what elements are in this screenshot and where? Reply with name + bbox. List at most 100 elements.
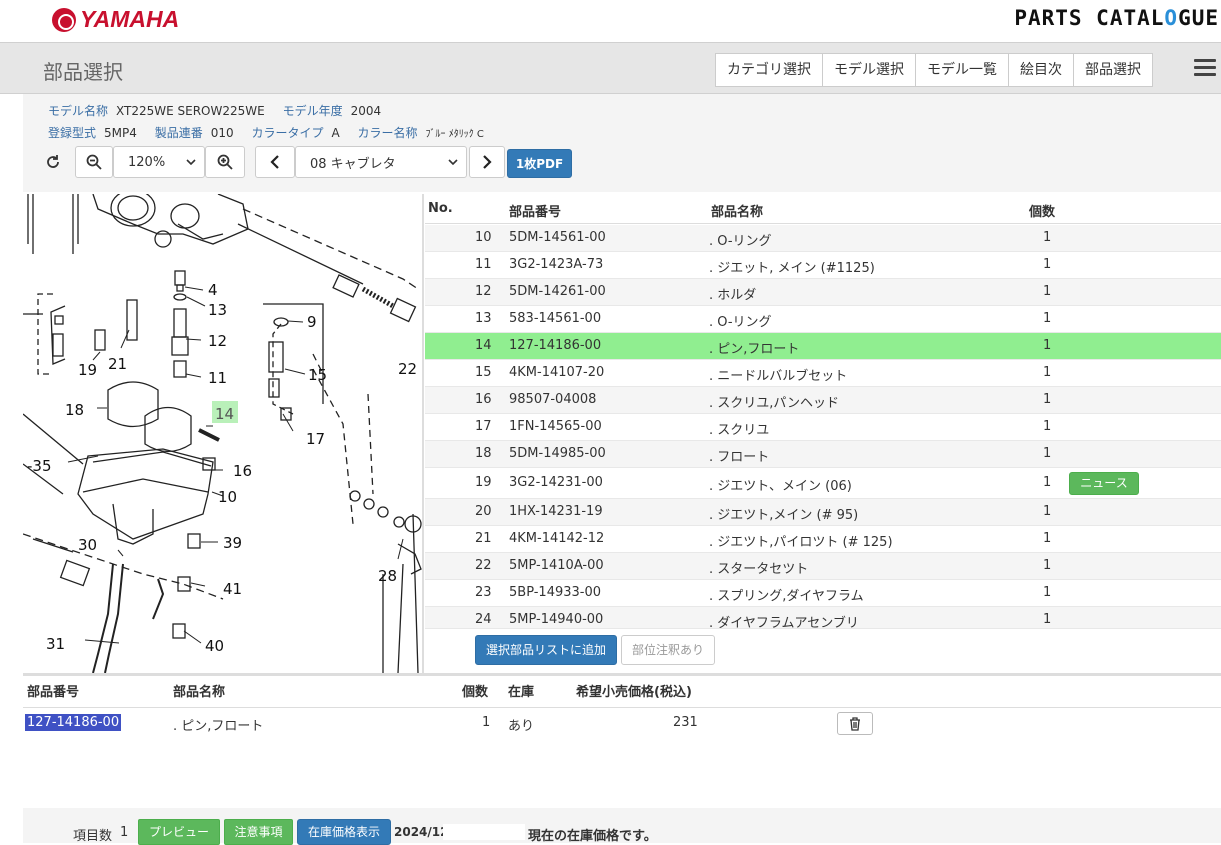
- figure-select[interactable]: 08 キャブレタ: [295, 146, 467, 178]
- parts-diagram[interactable]: 4 13 12 11 9 15 22 19 21 18 14 17 -35 16…: [23, 194, 424, 673]
- part-notes-button[interactable]: 部位注釈あり: [621, 635, 715, 665]
- refresh-button[interactable]: [35, 146, 71, 178]
- selected-part-no[interactable]: 127-14186-00: [25, 714, 122, 731]
- sel-col-price: 希望小売価格(税込): [576, 685, 692, 700]
- selected-qty[interactable]: 1: [482, 715, 490, 730]
- zoom-out-icon: [86, 154, 102, 170]
- pdf-button[interactable]: 1枚PDF: [507, 149, 572, 178]
- zoom-in-icon: [217, 154, 233, 170]
- table-row[interactable]: 22 5MP-1410A-00. スタータセツト 1: [425, 553, 1221, 580]
- carburetor-diagram: 4 13 12 11 9 15 22 19 21 18 14 17 -35 16…: [23, 194, 422, 673]
- delete-button[interactable]: [837, 712, 873, 735]
- diagram-label-13[interactable]: 13: [208, 301, 227, 319]
- table-row[interactable]: 12 5DM-14261-00. ホルダ 1: [425, 279, 1221, 306]
- diagram-label-15[interactable]: 15: [308, 366, 327, 384]
- diagram-label-39[interactable]: 39: [223, 534, 242, 552]
- table-row[interactable]: 24 5MP-14940-00. ダイヤフラムアセンブリ 1: [425, 607, 1221, 629]
- sel-col-qty: 個数: [462, 685, 489, 700]
- selected-price: 231: [673, 715, 698, 730]
- zoom-in-button[interactable]: [205, 146, 245, 178]
- refresh-icon: [47, 155, 59, 168]
- diagram-label-9[interactable]: 9: [307, 313, 317, 331]
- table-row[interactable]: 23 5BP-14933-00. スプリング,ダイヤフラム 1: [425, 580, 1221, 607]
- trash-icon: [850, 716, 860, 731]
- preview-button[interactable]: プレビュー: [138, 819, 220, 845]
- zoom-value: 120%: [128, 154, 166, 170]
- diagram-label-19[interactable]: 19: [78, 361, 97, 379]
- table-row[interactable]: 17 1FN-14565-00. スクリユ 1: [425, 414, 1221, 441]
- table-row[interactable]: 13 583-14561-00. O-リング 1: [425, 306, 1221, 333]
- model-name-value: XT225WE SEROW225WE: [116, 104, 265, 118]
- table-row[interactable]: 16 98507-04008. スクリユ,パンヘッド 1: [425, 387, 1221, 414]
- tab-model-select[interactable]: モデル選択: [823, 54, 916, 86]
- diagram-label-16[interactable]: 16: [233, 462, 252, 480]
- diagram-label-10[interactable]: 10: [218, 488, 237, 506]
- diagram-label-40[interactable]: 40: [205, 637, 224, 655]
- table-row[interactable]: 21 4KM-14142-12. ジエツト,パイロツト (# 125) 1: [425, 526, 1221, 553]
- news-button[interactable]: ニュース: [1069, 472, 1139, 495]
- col-header-part-name: 部品名称: [711, 205, 764, 220]
- sel-col-stock: 在庫: [508, 685, 535, 700]
- diagram-label-35[interactable]: -35: [27, 457, 52, 475]
- diagram-label-12[interactable]: 12: [208, 332, 227, 350]
- table-row[interactable]: 11 3G2-1423A-73. ジエット, メイン (#1125) 1: [425, 252, 1221, 279]
- diagram-label-17[interactable]: 17: [306, 430, 325, 448]
- add-to-list-button[interactable]: 選択部品リストに追加: [475, 635, 617, 665]
- color-type-value: A: [331, 126, 340, 140]
- table-row[interactable]: 19 3G2-14231-00. ジエツト、メイン (06) 1 ニュース: [425, 468, 1221, 499]
- sel-col-part-name: 部品名称: [173, 685, 226, 700]
- chevron-down-icon: [448, 159, 458, 165]
- tab-model-list[interactable]: モデル一覧: [916, 54, 1009, 86]
- serial-label: 製品連番: [154, 126, 203, 140]
- tab-part-select[interactable]: 部品選択: [1074, 54, 1152, 86]
- table-row[interactable]: 18 5DM-14985-00. フロート 1: [425, 441, 1221, 468]
- zoom-select[interactable]: 120%: [113, 146, 205, 178]
- yamaha-wordmark: YAMAHA: [80, 6, 180, 32]
- tab-illustration-index[interactable]: 絵目次: [1009, 54, 1074, 86]
- table-row[interactable]: 15 4KM-14107-20. ニードルバルブセット 1: [425, 360, 1221, 387]
- col-header-qty: 個数: [1029, 205, 1056, 220]
- chevron-right-icon: [483, 155, 492, 169]
- model-name-label: モデル名称: [48, 104, 109, 118]
- diagram-label-21[interactable]: 21: [108, 355, 127, 373]
- next-figure-button[interactable]: [469, 146, 505, 178]
- diagram-label-30[interactable]: 30: [78, 536, 97, 554]
- diagram-label-18[interactable]: 18: [65, 401, 84, 419]
- chevron-left-icon: [270, 155, 279, 169]
- footer-bar: 項目数 1 プレビュー 注意事項 在庫価格表示 2024/12 現在の在庫価格で…: [23, 808, 1221, 845]
- figure-value: 08 キャブレタ: [310, 156, 396, 172]
- table-row-selected[interactable]: 14 127-14186-00. ピン,フロート 1: [425, 333, 1221, 360]
- date-redaction: [443, 824, 525, 840]
- diagram-label-11[interactable]: 11: [208, 369, 227, 387]
- notes-button[interactable]: 注意事項: [224, 819, 293, 845]
- diagram-label-22[interactable]: 22: [398, 360, 417, 378]
- prev-figure-button[interactable]: [255, 146, 295, 178]
- diagram-label-28[interactable]: 28: [378, 567, 397, 585]
- color-name-label: カラー名称: [357, 126, 418, 140]
- parts-table: No. 部品番号 部品名称 個数 10 5DM-14561-00. O-リング 1 …: [425, 194, 1221, 673]
- stock-price-button[interactable]: 在庫価格表示: [297, 819, 391, 845]
- tab-category-select[interactable]: カテゴリ選択: [716, 54, 823, 86]
- diagram-label-14[interactable]: 14: [215, 405, 234, 423]
- page-title: 部品選択: [43, 60, 123, 84]
- zoom-out-button[interactable]: [75, 146, 113, 178]
- model-year-label: モデル年度: [282, 104, 343, 118]
- gear-icon: O: [1164, 6, 1179, 30]
- diagram-label-31[interactable]: 31: [46, 635, 65, 653]
- table-row[interactable]: 10 5DM-14561-00. O-リング 1: [425, 225, 1221, 252]
- selected-list-row[interactable]: 127-14186-00 . ピン,フロート 1 あり 231: [23, 708, 1221, 740]
- yamaha-logo[interactable]: YAMAHA: [52, 6, 179, 33]
- selected-part-name: . ピン,フロート: [173, 719, 264, 734]
- price-date: 2024/12: [394, 825, 449, 839]
- parts-catalogue-logo: PARTS CATALOGUE: [1014, 6, 1219, 30]
- selected-stock: あり: [508, 719, 535, 734]
- item-count-value: 1: [120, 825, 129, 840]
- diagram-label-41[interactable]: 41: [223, 580, 242, 598]
- color-name-value: ﾌﾞﾙｰ ﾒﾀﾘｯｸ C: [425, 129, 484, 140]
- nav-tabs: カテゴリ選択 モデル選択 モデル一覧 絵目次 部品選択: [715, 53, 1153, 87]
- reg-type-label: 登録型式: [48, 126, 97, 140]
- hamburger-menu-icon[interactable]: [1194, 56, 1216, 78]
- table-row[interactable]: 20 1HX-14231-19. ジエツト,メイン (# 95) 1: [425, 499, 1221, 526]
- diagram-label-4[interactable]: 4: [208, 281, 218, 299]
- col-header-part-no: 部品番号: [509, 205, 562, 220]
